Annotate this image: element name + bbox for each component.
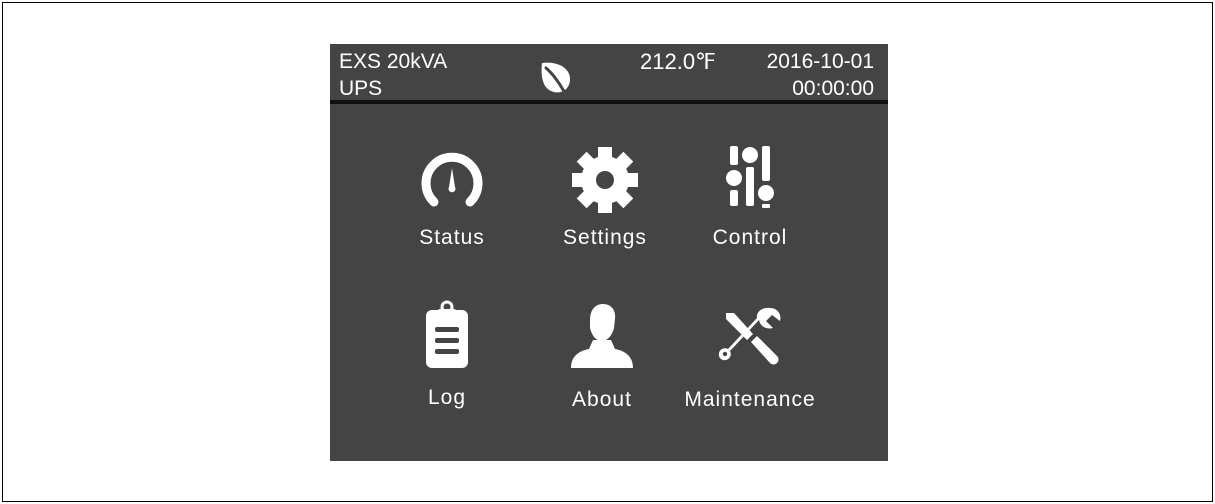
date-value: 2016-10-01 [766, 50, 874, 73]
gear-icon [572, 147, 638, 213]
leaf-icon [541, 62, 570, 97]
menu-item-label: Settings [563, 226, 647, 249]
menu-item-about[interactable]: About [527, 300, 677, 420]
menu-item-maintenance[interactable]: Maintenance [675, 300, 825, 420]
clipboard-icon [426, 300, 468, 368]
sliders-icon [726, 146, 774, 208]
menu-item-label: Log [427, 386, 467, 409]
datetime-readout: 2016-10-01 00:00:00 [767, 48, 874, 102]
tools-icon [718, 307, 781, 365]
menu-item-label: Control [712, 226, 788, 249]
menu-item-status[interactable]: Status [377, 142, 527, 262]
gauge-icon [421, 152, 483, 207]
time-value: 00:00:00 [792, 77, 874, 100]
status-header: EXS 20kVA UPS 212.0℉ 2016-10-01 00:00:00 [330, 44, 888, 104]
model-name: EXS 20kVA [339, 50, 448, 73]
temperature-readout: 212.0℉ [640, 49, 716, 74]
ups-display-screen: EXS 20kVA UPS 212.0℉ 2016-10-01 00:00:00… [330, 44, 888, 461]
menu-item-label: About [572, 388, 632, 411]
menu-item-control[interactable]: Control [675, 142, 825, 262]
menu-item-log[interactable]: Log [372, 300, 522, 420]
model-type: UPS [339, 77, 383, 100]
menu-item-label: Status [419, 226, 485, 249]
device-model: EXS 20kVA UPS [339, 48, 447, 102]
user-icon [571, 304, 633, 368]
menu-item-settings[interactable]: Settings [530, 142, 680, 262]
menu-item-label: Maintenance [684, 388, 816, 411]
